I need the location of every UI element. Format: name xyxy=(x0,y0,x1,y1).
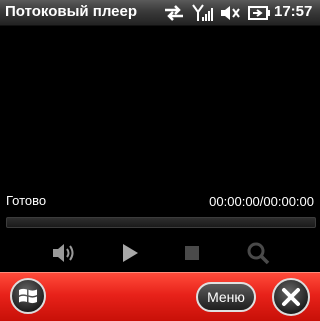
video-area[interactable] xyxy=(0,26,320,186)
start-button[interactable] xyxy=(10,278,46,314)
windows-flag-icon xyxy=(19,288,37,304)
app-title: Потоковый плеер xyxy=(5,3,138,20)
stop-icon[interactable] xyxy=(178,240,206,266)
play-icon[interactable] xyxy=(116,240,144,266)
player-status: Готово xyxy=(6,193,47,208)
search-icon[interactable] xyxy=(244,240,272,266)
clock[interactable]: 17:57 xyxy=(274,3,312,20)
close-icon xyxy=(282,288,300,306)
close-button[interactable] xyxy=(272,278,310,316)
volume-muted-icon[interactable] xyxy=(219,4,241,22)
sync-arrows-icon[interactable] xyxy=(163,4,185,22)
progress-bar[interactable] xyxy=(6,217,316,228)
signal-strength-icon[interactable] xyxy=(192,4,214,22)
playback-time: 00:00:00/00:00:00 xyxy=(209,194,314,209)
title-bar: Потоковый плеер 17:57 xyxy=(0,0,320,26)
battery-charging-icon[interactable] xyxy=(247,4,271,22)
menu-button[interactable]: Меню xyxy=(196,282,256,312)
volume-icon[interactable] xyxy=(50,240,78,266)
